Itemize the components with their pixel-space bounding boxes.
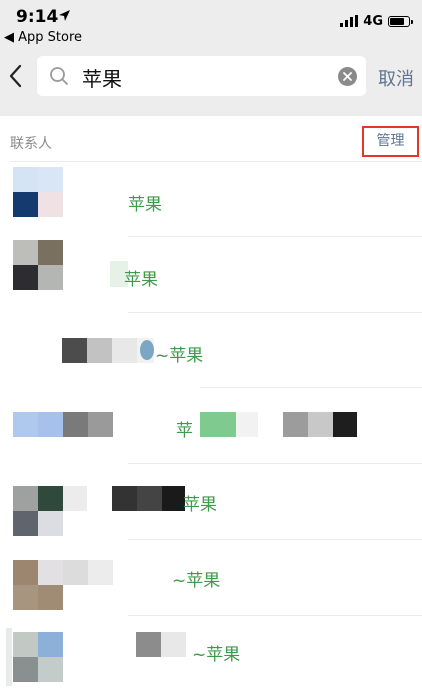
back-app-label: App Store <box>18 30 83 45</box>
blurred-name-part <box>283 412 357 437</box>
contact-name: 苹果 <box>124 270 158 290</box>
blurred-name-part <box>136 632 186 657</box>
section-title-contacts: 联系人 <box>10 136 52 152</box>
blurred-name-part <box>200 412 236 437</box>
search-query: 苹果 <box>82 67 122 91</box>
contact-row[interactable]: 苹果 <box>0 237 422 309</box>
search-icon <box>50 67 68 85</box>
contact-name: 苹 <box>176 421 193 441</box>
avatar-edge <box>6 628 12 686</box>
contact-name: 苹果 <box>183 495 217 515</box>
contact-row[interactable]: ~苹果 <box>0 313 422 385</box>
emoji-icon <box>140 340 154 360</box>
contact-name: 苹果 <box>128 195 162 215</box>
network-type: 4G <box>363 13 383 29</box>
avatar <box>13 560 113 610</box>
header-area: 9:14 ◀ App Store 4G 苹果 取消 <box>0 0 422 116</box>
status-time: 9:14 <box>16 7 59 27</box>
battery-icon <box>388 15 413 27</box>
location-arrow-icon <box>59 10 70 21</box>
contact-row[interactable]: 苹果 <box>0 464 422 538</box>
avatar <box>13 167 63 217</box>
contact-row[interactable]: ~苹果 <box>0 616 422 691</box>
contact-name: ~苹果 <box>155 346 204 366</box>
avatar <box>13 632 63 682</box>
contact-name: ~苹果 <box>172 571 221 591</box>
avatar <box>13 412 113 437</box>
search-input[interactable]: 苹果 <box>37 56 366 96</box>
blurred-name-part <box>112 486 185 511</box>
contact-row[interactable]: 苹果 <box>0 162 422 234</box>
blurred-name-part <box>236 412 258 437</box>
back-chevron-icon[interactable] <box>6 62 26 90</box>
back-triangle-icon: ◀ <box>4 30 14 45</box>
clear-icon[interactable] <box>338 67 357 86</box>
status-indicators: 4G <box>340 13 413 29</box>
avatar <box>13 240 63 290</box>
contact-row[interactable]: 苹 <box>0 388 422 462</box>
contact-name: ~苹果 <box>192 645 241 665</box>
cancel-button[interactable]: 取消 <box>378 65 414 91</box>
signal-icon <box>340 15 359 27</box>
avatar <box>13 486 87 536</box>
manage-button[interactable]: 管理 <box>362 126 419 157</box>
contact-row[interactable]: ~苹果 <box>0 540 422 614</box>
back-to-app-link[interactable]: ◀ App Store <box>4 30 82 45</box>
